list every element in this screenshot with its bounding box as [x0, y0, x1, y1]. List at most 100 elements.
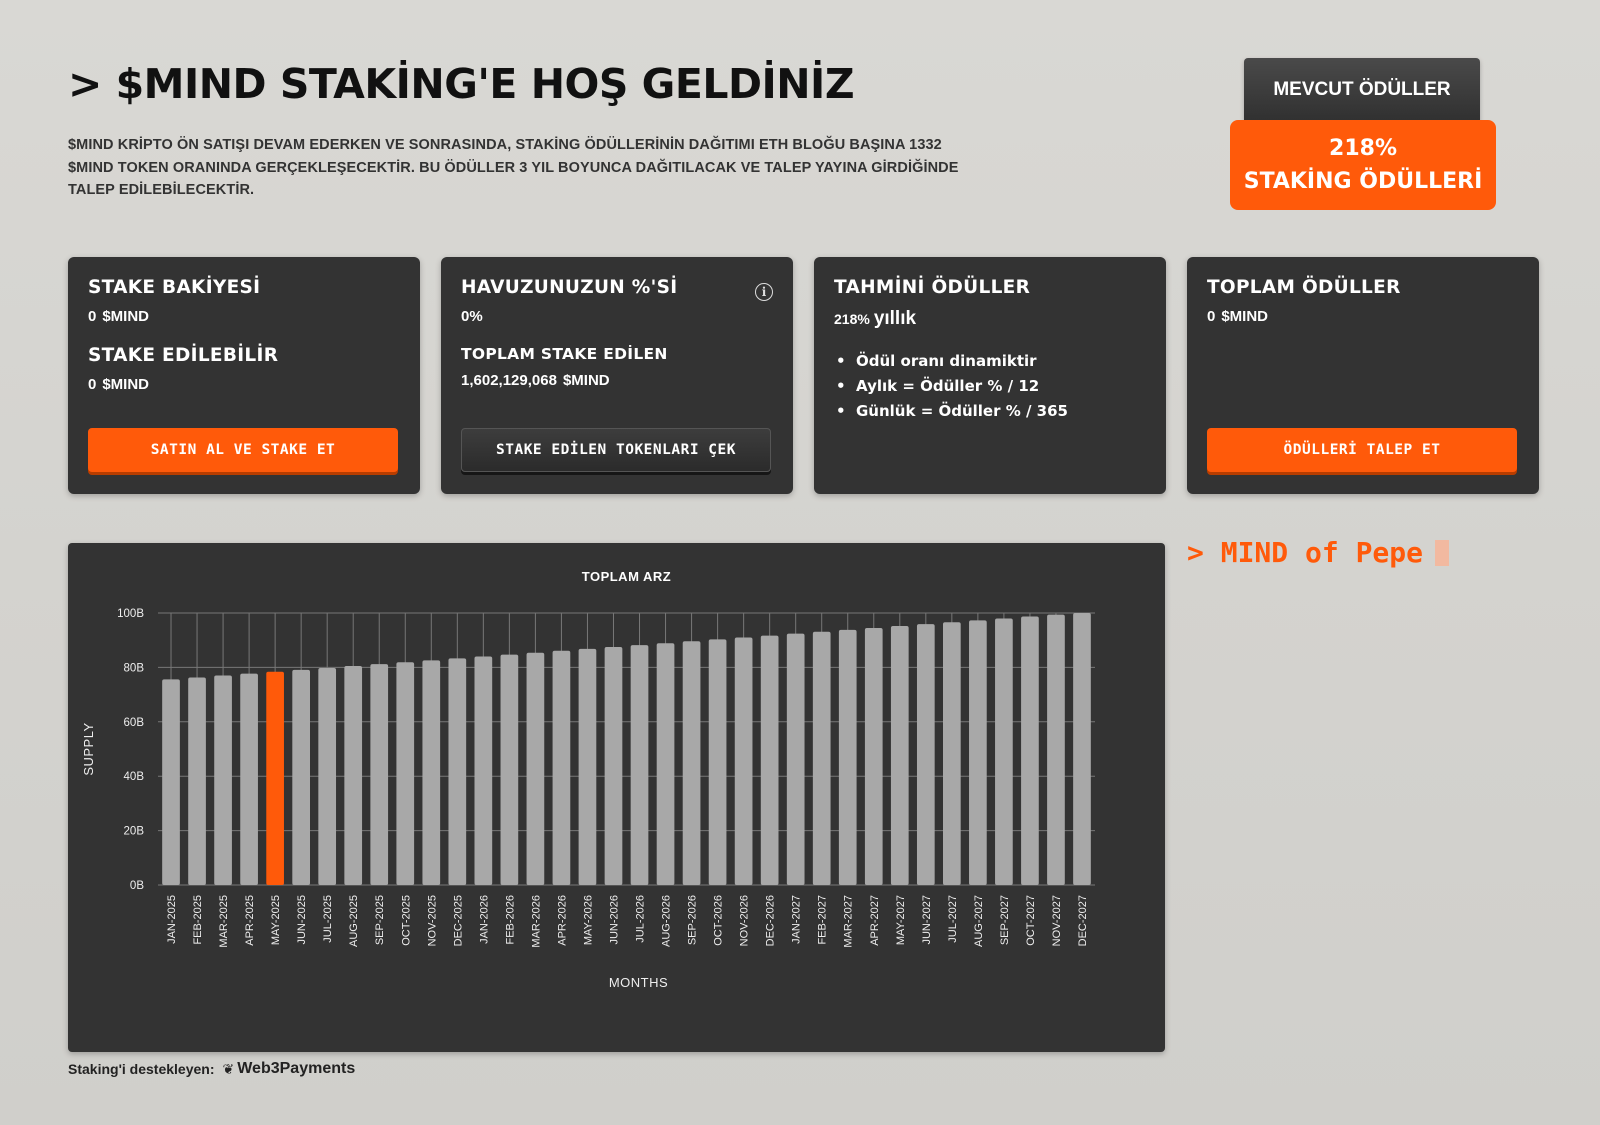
- x-tick-label: MAR-2026: [530, 895, 542, 948]
- chart-bar: [630, 645, 649, 885]
- web3payments-link[interactable]: ❦ Web3Payments: [223, 1060, 356, 1078]
- estimated-rate-percent: 218%: [834, 311, 870, 327]
- chart-bar: [578, 648, 597, 885]
- chart-bar: [708, 639, 727, 885]
- web3payments-brand: Web3Payments: [237, 1060, 356, 1077]
- x-tick-label: JAN-2027: [791, 895, 803, 944]
- chart-bar: [552, 650, 571, 885]
- chart-bar: [344, 666, 363, 885]
- x-tick-label: FEB-2026: [504, 895, 516, 945]
- stakeable-value: 0 $MIND: [88, 376, 400, 393]
- stakeable-amount: 0: [88, 376, 97, 393]
- chart-bar: [812, 631, 831, 885]
- chart-bar: [1047, 614, 1065, 885]
- web3payments-logo-icon: ❦: [222, 1060, 235, 1077]
- estimated-rewards-card: TAHMİNİ ÖDÜLLER 218%yıllık Ödül oranı di…: [814, 257, 1166, 494]
- stake-balance-amount: 0: [88, 308, 97, 325]
- y-tick-label: 100B: [117, 608, 144, 620]
- intro-line: $MIND TOKEN ORANINDA GERÇEKLEŞECEKTİR. B…: [68, 159, 959, 176]
- x-tick-label: OCT-2026: [713, 895, 725, 946]
- x-tick-label: NOV-2025: [426, 895, 438, 946]
- y-tick-label: 40B: [124, 771, 145, 783]
- chart-bar: [162, 679, 180, 885]
- x-tick-label: JUL-2027: [947, 895, 959, 943]
- x-tick-label: APR-2026: [556, 895, 568, 946]
- chart-bar: [214, 675, 232, 885]
- x-tick-label: JAN-2025: [166, 895, 178, 944]
- chart-bar: [682, 641, 701, 885]
- buy-and-stake-button[interactable]: SATIN AL VE STAKE ET: [88, 428, 398, 472]
- chart-bar: [292, 669, 311, 885]
- total-supply-chart-panel: TOPLAM ARZ 0B 20B 40B 60B 80B 100B JAN-2025 FEB-…: [68, 543, 1165, 1052]
- powered-by-label: Staking'i destekleyen:: [68, 1061, 215, 1077]
- estimated-rewards-title: TAHMİNİ ÖDÜLLER: [834, 277, 1031, 298]
- pool-share-value: 0%: [461, 308, 483, 325]
- rewards-label: STAKİNG ÖDÜLLERİ: [1243, 169, 1483, 194]
- total-rewards-amount: 0: [1207, 308, 1216, 325]
- chart-bar: [240, 673, 258, 885]
- stakeable-unit: $MIND: [102, 376, 150, 393]
- chart-bar: [1021, 616, 1039, 885]
- stake-balance-unit: $MIND: [102, 308, 150, 325]
- x-tick-label: OCT-2025: [400, 895, 412, 946]
- x-tick-label: OCT-2027: [1025, 895, 1037, 946]
- x-tick-label: JAN-2026: [478, 895, 490, 944]
- estimated-rate-word: yıllık: [873, 308, 917, 329]
- terminal-brand: > MIND of Pepe: [1187, 536, 1450, 569]
- stake-balance-title: STAKE BAKİYESİ: [88, 277, 261, 298]
- chart-bar: [188, 677, 206, 885]
- intro-line: $MIND KRİPTO ÖN SATIŞI DEVAM EDERKEN VE …: [68, 137, 942, 153]
- info-icon[interactable]: i: [755, 283, 773, 301]
- total-rewards-title: TOPLAM ÖDÜLLER: [1207, 277, 1401, 298]
- x-tick-label: DEC-2025: [452, 895, 464, 946]
- y-tick-label: 0B: [130, 880, 144, 892]
- intro-line: TALEP EDİLEBİLECEKTİR.: [68, 182, 255, 198]
- chart-bar: [266, 671, 284, 885]
- chart-bar: [422, 660, 441, 885]
- stakeable-title: STAKE EDİLEBİLİR: [88, 345, 279, 366]
- x-tick-label: SEP-2026: [687, 895, 699, 945]
- chart-bar: [448, 658, 467, 885]
- chart-bar: [838, 629, 857, 885]
- x-tick-label: SEP-2025: [374, 895, 386, 945]
- chart-bar: [890, 626, 909, 885]
- chart-bar: [786, 633, 805, 885]
- x-tick-label: JUL-2026: [635, 895, 647, 943]
- chart-bar: [656, 643, 675, 885]
- x-tick-label: NOV-2027: [1051, 895, 1063, 946]
- footer: Staking'i destekleyen: ❦ Web3Payments: [68, 1060, 355, 1078]
- terminal-text: > MIND of Pepe: [1187, 536, 1424, 569]
- x-tick-label: AUG-2027: [973, 895, 985, 947]
- x-tick-label: AUG-2025: [348, 895, 360, 947]
- total-staked-title: TOPLAM STAKE EDİLEN: [461, 345, 668, 363]
- pool-share-title: HAVUZUNUZUN %'Sİ: [461, 277, 678, 298]
- y-tick-label: 60B: [124, 717, 145, 729]
- x-tick-label: JUN-2025: [296, 895, 308, 945]
- list-item: Ödül oranı dinamiktir: [834, 352, 1146, 370]
- total-rewards-card: TOPLAM ÖDÜLLER 0 $MIND ÖDÜLLERİ TALEP ET: [1187, 257, 1539, 494]
- y-tick-label: 80B: [124, 662, 145, 674]
- chart-bar: [969, 620, 987, 885]
- x-tick-label: APR-2025: [244, 895, 256, 946]
- withdraw-staked-button[interactable]: STAKE EDİLEN TOKENLARI ÇEK: [461, 428, 771, 472]
- x-tick-label: FEB-2025: [192, 895, 204, 945]
- staking-rewards-badge: 218% STAKİNG ÖDÜLLERİ: [1230, 120, 1496, 210]
- chart-bar: [995, 618, 1013, 885]
- current-rewards-tab[interactable]: MEVCUT ÖDÜLLER: [1244, 58, 1480, 122]
- total-staked-amount: 1,602,129,068: [461, 372, 557, 389]
- chart-bar: [864, 627, 883, 885]
- y-axis-label: SUPPLY: [81, 722, 96, 775]
- page-title: > $MIND STAKİNG'E HOŞ GELDİNİZ: [68, 60, 855, 108]
- claim-rewards-button[interactable]: ÖDÜLLERİ TALEP ET: [1207, 428, 1517, 472]
- y-tick-label: 20B: [124, 826, 145, 838]
- stake-balance-card: STAKE BAKİYESİ 0 $MIND STAKE EDİLEBİLİR 0…: [68, 257, 420, 494]
- chart-bar: [734, 637, 753, 885]
- x-tick-label: AUG-2026: [661, 895, 673, 947]
- chart-bar: [500, 654, 519, 885]
- chart-bar: [760, 635, 779, 885]
- list-item: Aylık = Ödüller % / 12: [834, 377, 1146, 395]
- x-tick-label: MAY-2025: [270, 895, 282, 945]
- chart-bar: [916, 624, 935, 885]
- total-rewards-unit: $MIND: [1221, 308, 1269, 325]
- x-tick-label: JUN-2027: [921, 895, 933, 945]
